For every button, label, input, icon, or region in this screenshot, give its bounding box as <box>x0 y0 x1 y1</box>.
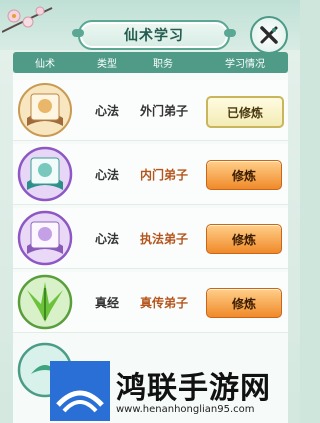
skill-type: 心法 <box>94 232 119 246</box>
skill-type: 真经 <box>94 296 119 310</box>
watermark-url: www.henanhonglian95.com <box>116 404 255 415</box>
close-brush-icon <box>260 26 278 44</box>
watermark: 鸿联手游网 www.henanhonglian95.com <box>50 361 300 423</box>
table-row: 真经 真传弟子 修炼 <box>13 270 288 334</box>
title-ornament-right <box>224 29 236 37</box>
skill-role: 真传弟子 <box>139 296 188 310</box>
table-row: 心法 执法弟子 修炼 <box>13 206 288 270</box>
skill-role: 执法弟子 <box>139 232 188 246</box>
table-header: 仙术 类型 职务 学习情况 <box>13 52 288 73</box>
close-button[interactable] <box>250 16 288 54</box>
header-role: 职务 <box>153 59 173 70</box>
header-type: 类型 <box>97 59 117 70</box>
plum-blossom-decoration <box>2 6 53 33</box>
title-ornament-left <box>72 29 84 37</box>
book-icon[interactable] <box>17 210 73 266</box>
header-status: 学习情况 <box>225 59 265 70</box>
table-row: 心法 内门弟子 修炼 <box>13 142 288 206</box>
practice-button[interactable]: 修炼 <box>206 160 282 190</box>
watermark-logo <box>50 361 110 421</box>
dialog-title: 仙术学习 <box>124 28 184 44</box>
table-row: 心法 外门弟子 已修炼 <box>13 78 288 142</box>
practice-button[interactable]: 修炼 <box>206 224 282 254</box>
skill-type: 心法 <box>94 168 119 182</box>
skill-type: 心法 <box>94 104 119 118</box>
book-icon[interactable] <box>17 82 73 138</box>
watermark-name: 鸿联手游网 <box>116 371 271 406</box>
skill-role: 外门弟子 <box>139 104 188 118</box>
leaf-icon[interactable] <box>17 274 73 330</box>
skill-role: 内门弟子 <box>139 168 188 182</box>
practice-button[interactable]: 修炼 <box>206 288 282 318</box>
book-icon[interactable] <box>17 146 73 202</box>
learned-status: 已修炼 <box>206 96 284 128</box>
dialog-title-bar: 仙术学习 <box>72 20 236 50</box>
header-skill: 仙术 <box>35 59 55 70</box>
